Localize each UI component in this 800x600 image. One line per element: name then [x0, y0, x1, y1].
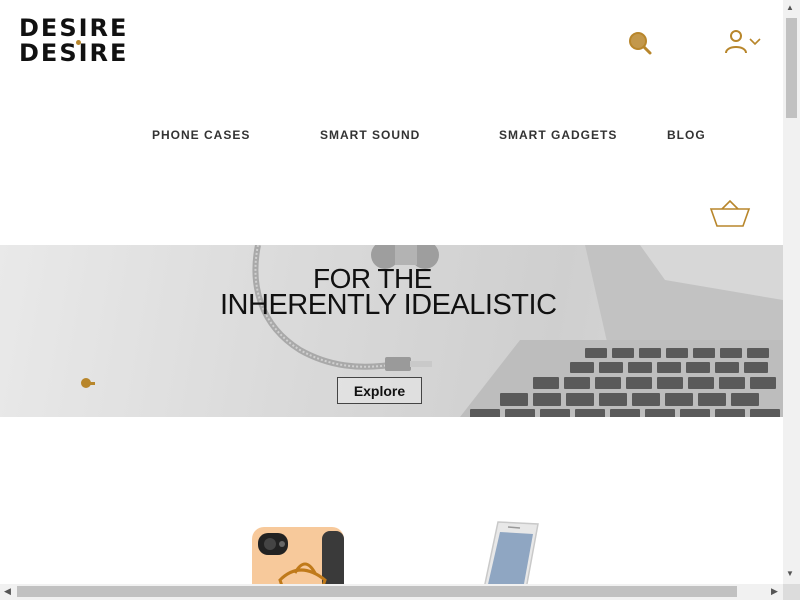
cart-icon[interactable]: [708, 199, 752, 229]
nav-phone-cases[interactable]: PHONE CASES: [152, 128, 250, 142]
hero-banner: FOR THE INHERENTLY IDEALISTIC Explore: [0, 245, 783, 417]
user-icon: [725, 30, 747, 54]
scroll-right-arrow[interactable]: ▶: [771, 586, 778, 597]
logo-line-1: DESIRE: [19, 14, 129, 42]
chevron-down-icon: [749, 38, 761, 46]
product-image-smartphone[interactable]: [478, 520, 544, 584]
vertical-scrollbar-thumb[interactable]: [786, 18, 797, 118]
logo-accent-dot: [76, 40, 81, 45]
nav-smart-gadgets[interactable]: SMART GADGETS: [499, 128, 617, 142]
explore-button[interactable]: Explore: [337, 377, 422, 404]
scroll-left-arrow[interactable]: ◀: [4, 586, 11, 597]
logo[interactable]: DESIRE DESIRE: [19, 14, 129, 70]
logo-line-2: DESIRE: [19, 39, 129, 67]
nav-blog[interactable]: BLOG: [667, 128, 706, 142]
page: DESIRE DESIRE PHONE CASES SMART SOUND SM…: [0, 0, 783, 584]
hero-headline-line-2: INHERENTLY IDEALISTIC: [220, 289, 557, 321]
scrollbar-corner: [783, 584, 800, 600]
scroll-down-arrow[interactable]: ▼: [786, 569, 794, 578]
account-menu[interactable]: [724, 28, 764, 56]
scroll-up-arrow[interactable]: ▲: [786, 3, 794, 12]
product-image-phone-case[interactable]: [250, 525, 346, 584]
horizontal-scrollbar-thumb[interactable]: [17, 586, 737, 597]
slide-indicator-tail: [90, 382, 95, 385]
nav-smart-sound[interactable]: SMART SOUND: [320, 128, 420, 142]
search-icon[interactable]: [627, 30, 653, 56]
